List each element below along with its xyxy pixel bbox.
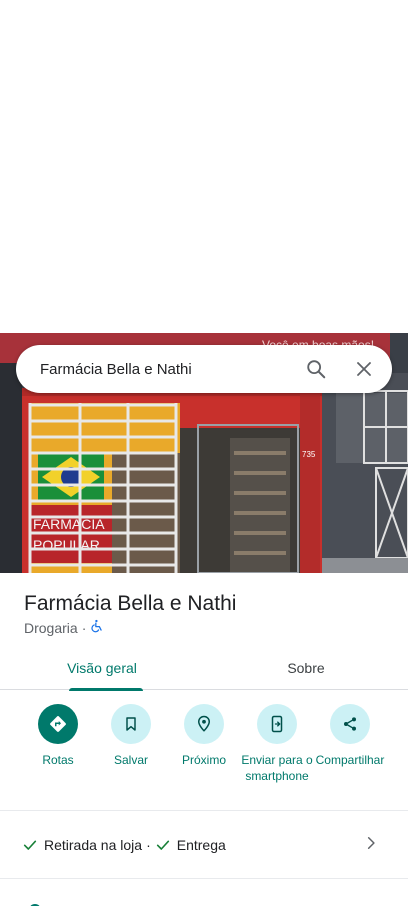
tab-bar: Visão geral Sobre <box>0 645 408 691</box>
service-pickup: Retirada na loja <box>22 837 142 853</box>
divider <box>0 810 408 811</box>
nearby-button[interactable]: Próximo <box>164 704 244 768</box>
check-icon <box>22 837 38 853</box>
services-row[interactable]: Retirada na loja · Entrega <box>0 812 408 878</box>
chevron-right-icon[interactable] <box>364 836 378 855</box>
separator-dot: · <box>81 619 87 636</box>
nearby-icon[interactable] <box>184 704 224 744</box>
wheelchair-icon <box>90 619 104 636</box>
service-delivery-label: Entrega <box>176 837 226 853</box>
directions-label: Rotas <box>42 753 74 767</box>
map-area[interactable] <box>0 0 408 333</box>
photo-address-number: 735 <box>302 450 316 459</box>
directions-button[interactable]: Rotas <box>18 704 98 768</box>
tab-overview[interactable]: Visão geral <box>0 645 204 691</box>
place-title: Farmácia Bella e Nathi <box>24 592 237 615</box>
services-separator: · <box>146 837 151 853</box>
tab-overview-label: Visão geral <box>67 659 137 676</box>
divider <box>0 878 408 879</box>
bookmark-icon[interactable] <box>111 704 151 744</box>
save-button[interactable]: Salvar <box>91 704 171 768</box>
location-pin-icon <box>28 898 42 906</box>
save-label: Salvar <box>113 753 148 767</box>
send-to-phone-button[interactable]: Enviar para o smartphone <box>237 704 317 784</box>
action-buttons: Rotas Salvar Próximo Enviar para o smart… <box>0 704 408 804</box>
send-to-phone-label: Enviar para o smartphone <box>241 753 313 783</box>
photo-poster-line2: POPULAR <box>33 537 100 553</box>
service-pickup-label: Retirada na loja <box>44 837 143 853</box>
search-icon[interactable] <box>292 345 340 393</box>
share-icon[interactable] <box>330 704 370 744</box>
share-label: Compartilhar <box>315 753 385 767</box>
tab-active-indicator <box>69 688 143 691</box>
tab-about-label: Sobre <box>287 659 325 676</box>
place-category: Drogaria <box>24 619 78 636</box>
search-input[interactable]: Farmácia Bella e Nathi <box>40 361 292 378</box>
place-subtitle: Drogaria · <box>24 619 104 636</box>
service-delivery: Entrega <box>155 837 226 853</box>
search-bar[interactable]: Farmácia Bella e Nathi <box>16 345 392 393</box>
share-button[interactable]: Compartilhar <box>310 704 390 768</box>
send-to-phone-icon[interactable] <box>257 704 297 744</box>
close-icon[interactable] <box>340 345 388 393</box>
directions-icon[interactable] <box>38 704 78 744</box>
check-icon <box>155 837 171 853</box>
nearby-label: Próximo <box>181 753 226 767</box>
tab-about[interactable]: Sobre <box>204 645 408 690</box>
